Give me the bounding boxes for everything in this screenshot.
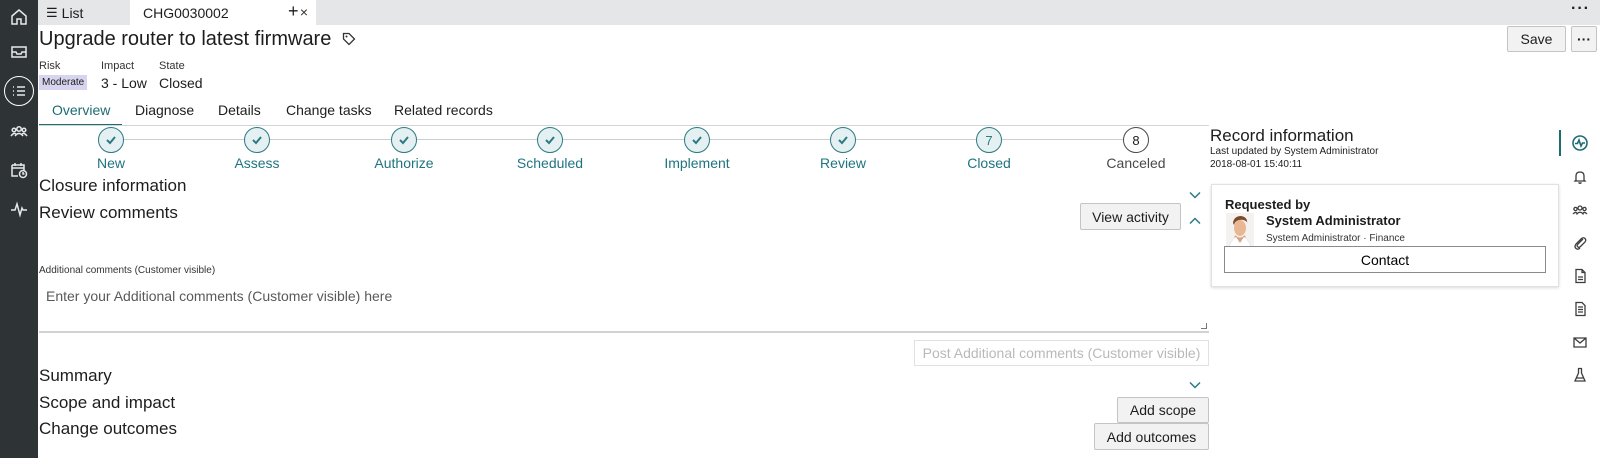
- document-icon[interactable]: [1572, 268, 1588, 284]
- post-comments-button[interactable]: Post Additional comments (Customer visib…: [914, 340, 1209, 366]
- check-icon: [98, 127, 124, 153]
- impact-value: 3 - Low: [101, 75, 147, 91]
- mail-icon[interactable]: [1572, 334, 1588, 350]
- add-tab-icon[interactable]: +: [288, 1, 299, 22]
- step-label: Implement: [664, 155, 730, 171]
- tab-related-records[interactable]: Related records: [394, 102, 493, 118]
- close-icon[interactable]: ×: [300, 4, 308, 20]
- comments-field-label: Additional comments (Customer visible): [39, 265, 216, 276]
- bell-icon[interactable]: [1572, 169, 1588, 185]
- add-outcomes-button[interactable]: Add outcomes: [1094, 423, 1209, 450]
- additional-comments-textarea[interactable]: Enter your Additional comments (Customer…: [39, 278, 1209, 333]
- check-icon: [830, 127, 856, 153]
- state-stepper: New Assess Authorize Scheduled Implement…: [39, 126, 1209, 174]
- list-icon[interactable]: [4, 76, 34, 106]
- flask-icon[interactable]: [1572, 367, 1588, 383]
- tab-record-label: CHG0030002: [143, 4, 229, 21]
- tab-strip: ☰ List CHG0030002 × + ···: [38, 0, 1600, 25]
- requester-name[interactable]: System Administrator: [1266, 213, 1401, 228]
- step-label: Review: [820, 155, 866, 171]
- requester-details: System Administrator · Finance: [1266, 233, 1405, 244]
- more-icon[interactable]: ···: [1571, 0, 1590, 18]
- add-scope-button[interactable]: Add scope: [1117, 397, 1209, 423]
- review-section-title[interactable]: Review comments: [39, 203, 178, 223]
- tab-diagnose[interactable]: Diagnose: [135, 102, 194, 118]
- requested-by-card: Requested by System Administrator System…: [1211, 184, 1559, 287]
- document-lines-icon[interactable]: [1572, 301, 1588, 317]
- last-updated-at: 2018-08-01 15:40:11: [1210, 159, 1303, 170]
- chevron-down-icon[interactable]: [1189, 376, 1201, 389]
- tag-icon[interactable]: [342, 32, 356, 46]
- step-authorize: Authorize: [349, 127, 459, 171]
- page-title: Upgrade router to latest firmware: [39, 28, 332, 50]
- check-icon: [244, 127, 270, 153]
- step-label: Assess: [234, 155, 280, 171]
- step-implement: Implement: [642, 127, 752, 171]
- step-label: Canceled: [1106, 155, 1166, 171]
- step-label: Authorize: [374, 155, 434, 171]
- hamburger-icon: ☰: [46, 4, 58, 20]
- inbox-icon[interactable]: [4, 36, 34, 66]
- home-icon[interactable]: [4, 2, 34, 32]
- step-review: Review: [788, 127, 898, 171]
- step-new: New: [56, 127, 166, 171]
- save-button[interactable]: Save: [1507, 26, 1566, 52]
- tab-list[interactable]: ☰ List: [46, 0, 130, 25]
- paperclip-icon[interactable]: [1572, 235, 1588, 251]
- check-icon: [684, 127, 710, 153]
- check-icon: [391, 127, 417, 153]
- activity-icon[interactable]: [1572, 135, 1588, 151]
- tab-change-tasks[interactable]: Change tasks: [286, 102, 372, 118]
- scope-section-title[interactable]: Scope and impact: [39, 393, 175, 413]
- view-activity-button[interactable]: View activity: [1080, 203, 1181, 230]
- activity-icon[interactable]: [4, 194, 34, 224]
- step-number: 8: [1123, 127, 1149, 153]
- summary-section-title[interactable]: Summary: [39, 366, 112, 386]
- avatar: [1226, 213, 1254, 248]
- step-label: New: [96, 155, 125, 171]
- requested-by-label: Requested by: [1225, 197, 1311, 212]
- tab-list-label: List: [61, 4, 84, 21]
- record-info-title: Record information: [1210, 126, 1354, 145]
- risk-badge: Moderate: [39, 75, 88, 90]
- groups-icon[interactable]: [1572, 202, 1588, 218]
- closure-section-title[interactable]: Closure information: [39, 176, 186, 196]
- tab-overview[interactable]: Overview: [52, 102, 110, 118]
- right-utility-rail: [1559, 126, 1600, 458]
- comments-placeholder: Enter your Additional comments (Customer…: [46, 288, 393, 304]
- step-label: Scheduled: [516, 155, 584, 171]
- state-label: State: [159, 60, 185, 72]
- step-number: 7: [976, 127, 1002, 153]
- last-updated-by: Last updated by System Administrator: [1210, 146, 1379, 157]
- impact-label: Impact: [101, 60, 135, 72]
- groups-icon[interactable]: [4, 116, 34, 146]
- step-canceled: 8 Canceled: [1081, 127, 1191, 171]
- step-assess: Assess: [202, 127, 312, 171]
- step-scheduled: Scheduled: [495, 127, 605, 171]
- resize-handle-icon[interactable]: [1201, 323, 1207, 329]
- chevron-down-icon[interactable]: [1189, 186, 1201, 199]
- step-label: Closed: [967, 155, 1011, 171]
- state-value: Closed: [159, 75, 203, 91]
- tab-details[interactable]: Details: [218, 102, 261, 118]
- contact-button[interactable]: Contact: [1224, 246, 1546, 273]
- check-icon: [537, 127, 563, 153]
- chevron-up-icon[interactable]: [1189, 212, 1201, 225]
- active-utility-indicator: [1559, 130, 1561, 156]
- calendar-clock-icon[interactable]: [4, 155, 34, 185]
- left-navigation-rail: [0, 0, 38, 458]
- outcomes-section-title[interactable]: Change outcomes: [39, 419, 177, 439]
- step-closed: 7 Closed: [934, 127, 1044, 171]
- risk-label: Risk: [39, 60, 61, 72]
- more-actions-button[interactable]: ···: [1571, 26, 1597, 52]
